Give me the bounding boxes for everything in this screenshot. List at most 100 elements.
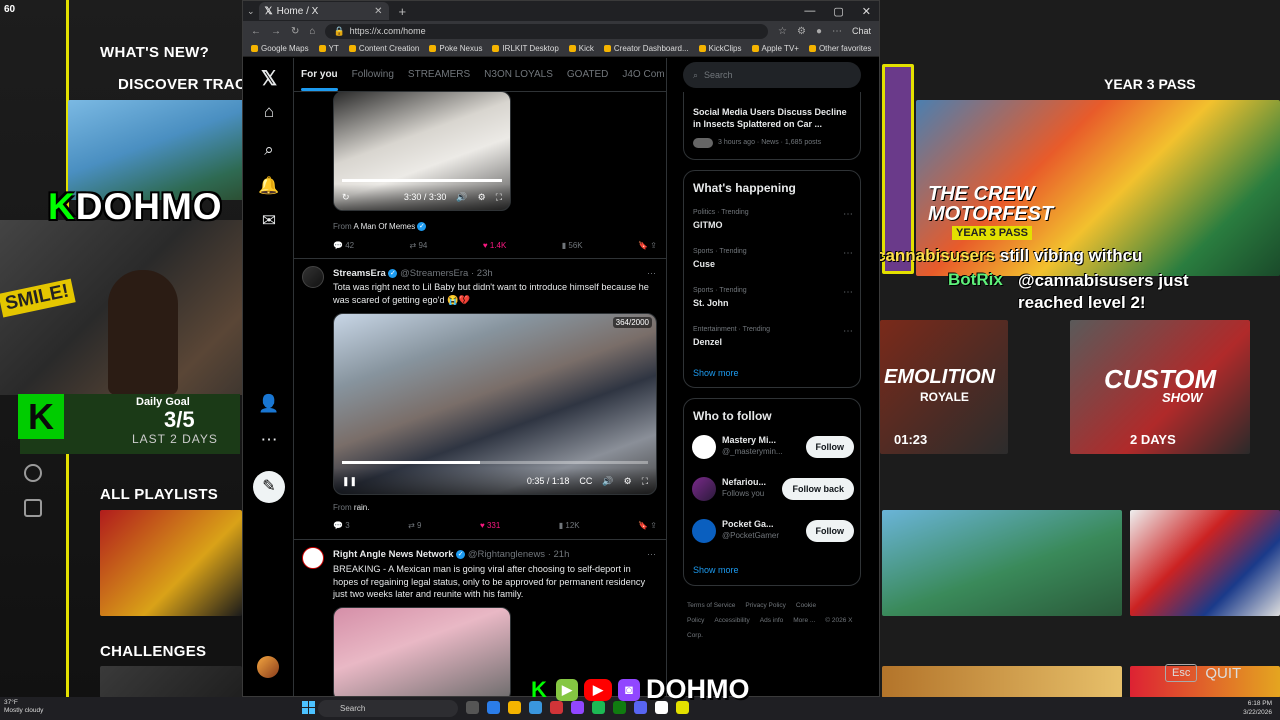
trends-show-more[interactable]: Show more xyxy=(693,368,739,378)
x-logo-icon[interactable]: 𝕏 xyxy=(258,66,280,91)
follow-button[interactable]: Follow back xyxy=(782,478,854,500)
quit-control[interactable]: Esc QUIT xyxy=(1165,664,1241,682)
system-tray-clock[interactable]: 6:18 PM 3/22/2026 xyxy=(1243,699,1272,717)
close-window-icon[interactable]: ✕ xyxy=(862,5,871,18)
suggestion-name[interactable]: Nefariou... xyxy=(722,477,766,487)
notifications-bell-icon[interactable]: 🔔 xyxy=(258,176,280,196)
bookmark-share-icons[interactable]: 🔖 ⇪ xyxy=(638,241,657,250)
taskbar-search[interactable]: Search xyxy=(318,700,458,717)
chat-button[interactable]: Chat xyxy=(852,26,871,36)
hawaii-tile[interactable] xyxy=(882,510,1122,616)
suggestion-avatar[interactable] xyxy=(692,477,716,501)
suggestion-avatar[interactable] xyxy=(692,519,716,543)
post2-avatar[interactable] xyxy=(302,266,324,288)
follow-button[interactable]: Follow xyxy=(805,520,854,542)
post1-video-progress[interactable] xyxy=(342,179,502,182)
trend-item[interactable]: Sports · Trending St. John ⋯ xyxy=(693,287,853,308)
like-button[interactable]: ♥ 331 xyxy=(480,521,500,530)
other-favorites-folder[interactable]: Other favorites xyxy=(808,44,871,53)
reply-button[interactable]: 💬 42 xyxy=(333,241,354,250)
post3-avatar[interactable] xyxy=(302,547,324,569)
close-tab-icon[interactable]: ✕ xyxy=(374,6,382,17)
favorites-star-icon[interactable]: ☆ xyxy=(778,26,787,37)
like-button[interactable]: ♥ 1.4K xyxy=(483,241,506,250)
post2-author[interactable]: StreamsEra xyxy=(333,268,386,279)
post1-source-name[interactable]: A Man Of Memes xyxy=(353,222,415,231)
footer-link[interactable]: Terms of Service xyxy=(687,602,735,609)
home-icon[interactable]: ⌂ xyxy=(309,26,315,37)
bookmark-item[interactable]: Kick xyxy=(568,44,594,53)
custom-show-tile[interactable]: CUSTOM SHOW 2 DAYS xyxy=(1070,320,1250,454)
home-nav-icon[interactable]: ⌂ xyxy=(258,102,280,122)
post2-handle[interactable]: @StreamersEra · 23h xyxy=(400,268,493,279)
footer-link[interactable]: Accessibility xyxy=(714,617,749,624)
suggestion-name[interactable]: Pocket Ga... xyxy=(722,519,774,529)
selected-tile-edge[interactable] xyxy=(882,64,914,274)
trend-more-icon[interactable]: ⋯ xyxy=(843,287,853,298)
discover-tile[interactable] xyxy=(68,100,244,200)
tab-home-x[interactable]: 𝕏 Home / X ✕ xyxy=(258,2,389,20)
forward-icon[interactable]: → xyxy=(271,26,281,37)
post2-source-name[interactable]: rain. xyxy=(354,503,370,512)
post3-more-icon[interactable]: ⋯ xyxy=(647,549,656,560)
bookmark-item[interactable]: YT xyxy=(318,44,339,53)
back-icon[interactable]: ← xyxy=(251,26,261,37)
follow-suggestion[interactable]: Pocket Ga... @PocketGamer Follow xyxy=(692,517,854,545)
trend-more-icon[interactable]: ⋯ xyxy=(843,326,853,337)
compose-post-button[interactable]: ✎ xyxy=(253,471,285,503)
repost-button[interactable]: ⇄ 9 xyxy=(408,521,421,530)
new-tab-icon[interactable]: + xyxy=(393,4,413,19)
file-explorer-icon[interactable] xyxy=(508,701,521,714)
x-search-input[interactable]: ⌕ Search xyxy=(683,62,861,88)
post1-video[interactable]: ↻ 3:30 / 3:30 🔊 ⚙ ⛶ xyxy=(333,91,511,211)
reply-button[interactable]: 💬 3 xyxy=(333,521,350,530)
bookmark-item[interactable]: Apple TV+ xyxy=(751,44,799,53)
profile-icon[interactable]: ● xyxy=(816,26,822,37)
post3-handle[interactable]: @Rightanglenews · 21h xyxy=(468,549,570,560)
suggestion-name[interactable]: Mastery Mi... xyxy=(722,435,776,445)
footer-link[interactable]: Privacy Policy xyxy=(745,602,785,609)
captions-icon[interactable]: CC xyxy=(579,476,592,486)
tab-for-you[interactable]: For you xyxy=(294,58,345,91)
bookmark-item[interactable]: Content Creation xyxy=(348,44,419,53)
challenge-tile[interactable] xyxy=(100,666,242,698)
extensions-icon[interactable]: ⚙ xyxy=(797,26,806,37)
post3-author[interactable]: Right Angle News Network xyxy=(333,549,454,560)
suggestion-avatar[interactable] xyxy=(692,435,716,459)
bottom-tile-1[interactable] xyxy=(882,666,1122,698)
tab-n3on-loyals[interactable]: N3ON LOYALS xyxy=(477,58,560,91)
follow-button[interactable]: Follow xyxy=(805,436,854,458)
volume-icon[interactable]: 🔊 xyxy=(602,476,613,487)
quit-label[interactable]: QUIT xyxy=(1205,665,1241,682)
post3-video[interactable] xyxy=(333,607,511,696)
bookmark-share-icons[interactable]: 🔖 ⇪ xyxy=(638,521,657,530)
video-settings-icon[interactable]: ⚙ xyxy=(624,476,632,487)
trend-more-icon[interactable]: ⋯ xyxy=(843,209,853,220)
usa-tile[interactable] xyxy=(1130,510,1280,616)
video-settings-icon[interactable]: ⚙ xyxy=(478,192,486,203)
post2-video-progress[interactable] xyxy=(342,461,648,464)
fullscreen-icon[interactable]: ⛶ xyxy=(496,192,502,203)
follow-suggestion[interactable]: Nefariou... Follows you Follow back xyxy=(692,475,854,503)
post2-more-icon[interactable]: ⋯ xyxy=(647,268,656,279)
document-icon[interactable] xyxy=(24,499,42,517)
weather-widget[interactable]: 37°F Mostly cloudy xyxy=(4,699,43,715)
more-nav-icon[interactable]: ⋯ xyxy=(258,430,280,450)
tab-following[interactable]: Following xyxy=(345,58,401,91)
footer-link[interactable]: Ads info xyxy=(760,617,784,624)
maximize-icon[interactable]: ▢ xyxy=(833,5,843,18)
bookmark-item[interactable]: Poke Nexus xyxy=(429,44,482,53)
trend-more-icon[interactable]: ⋯ xyxy=(843,248,853,259)
views-count[interactable]: ▮ 12K xyxy=(559,521,580,530)
tab-menu-icon[interactable]: ⌄ xyxy=(247,6,255,17)
follow-suggestion[interactable]: Mastery Mi... @_masterymin... Follow xyxy=(692,433,854,461)
top-story-card[interactable]: Social Media Users Discuss Decline in In… xyxy=(683,92,861,160)
bookmark-item[interactable]: Google Maps xyxy=(251,44,309,53)
playlist-tile[interactable] xyxy=(100,510,242,616)
replay-icon[interactable]: ↻ xyxy=(342,192,350,203)
post2-video[interactable]: 364/2000 ❚❚ 0:35 / 1:18 CC 🔊 ⚙ ⛶ xyxy=(333,313,657,495)
trend-item[interactable]: Politics · Trending GITMO ⋯ xyxy=(693,209,853,230)
reload-icon[interactable]: ↻ xyxy=(291,26,299,37)
footer-link[interactable]: More ... xyxy=(793,617,815,624)
settings-icon[interactable] xyxy=(24,464,42,482)
